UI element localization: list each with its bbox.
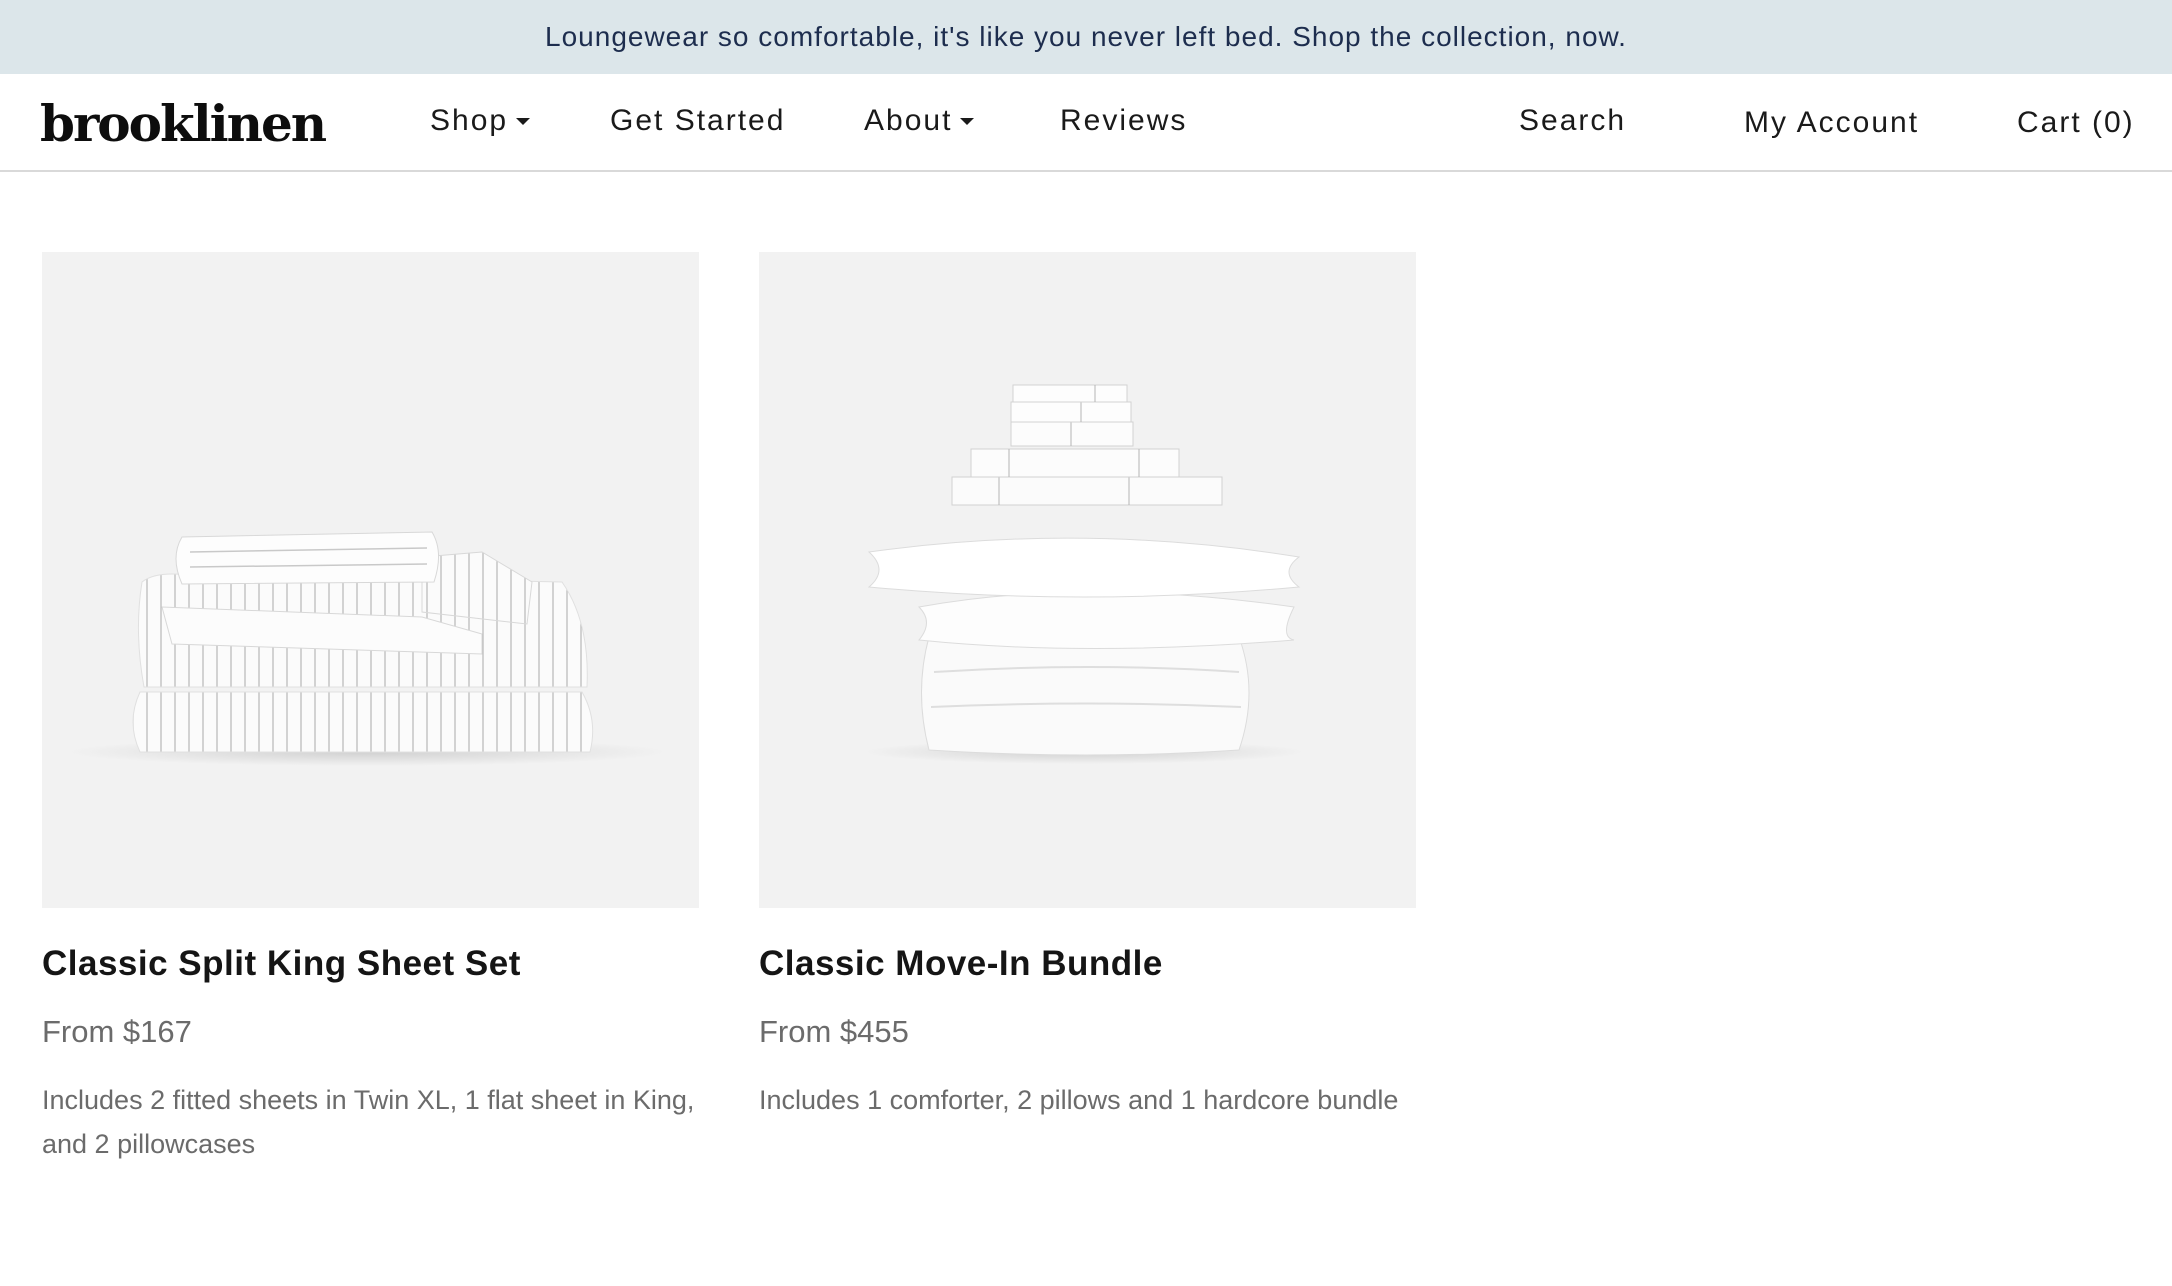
chevron-down-icon [960,117,975,125]
my-account-label: My Account [1744,106,1920,139]
nav-reviews[interactable]: Reviews [1060,104,1187,138]
brooklinen-logo[interactable]: brooklinen [40,94,327,153]
nav-shop-label: Shop [430,104,509,137]
nav-get-started[interactable]: Get Started [610,104,785,138]
bundle-stack-illustration [864,384,1304,764]
product-card[interactable]: Classic Move-In Bundle From $455 Include… [759,252,1416,1122]
nav-reviews-label: Reviews [1060,104,1188,137]
search-label: Search [1519,104,1627,137]
product-image[interactable] [42,252,699,908]
nav-shop[interactable]: Shop [430,104,531,138]
product-image[interactable] [759,252,1416,908]
announcement-bar[interactable]: Loungewear so comfortable, it's like you… [0,0,2172,74]
search-link[interactable]: Search [1519,104,1626,138]
cart-link[interactable]: Cart (0) [2017,106,2135,140]
site-header: brooklinen Shop Get Started About Review… [0,74,2172,172]
chevron-down-icon [516,117,531,125]
my-account-link[interactable]: My Account [1744,106,1919,140]
nav-about-label: About [864,104,953,137]
nav-get-started-label: Get Started [610,104,786,137]
cart-label: Cart (0) [2017,106,2135,139]
product-card[interactable]: Classic Split King Sheet Set From $167 I… [42,252,699,1166]
folded-sheets-illustration [67,531,667,766]
product-description: Includes 1 comforter, 2 pillows and 1 ha… [759,1085,1399,1115]
nav-about[interactable]: About [864,104,975,138]
product-price: From $455 [759,1014,909,1049]
product-title[interactable]: Classic Move-In Bundle [759,944,1416,984]
product-description: Includes 2 fitted sheets in Twin XL, 1 f… [42,1085,695,1159]
announcement-text[interactable]: Loungewear so comfortable, it's like you… [545,21,1627,53]
product-title[interactable]: Classic Split King Sheet Set [42,944,699,984]
product-price: From $167 [42,1014,192,1049]
